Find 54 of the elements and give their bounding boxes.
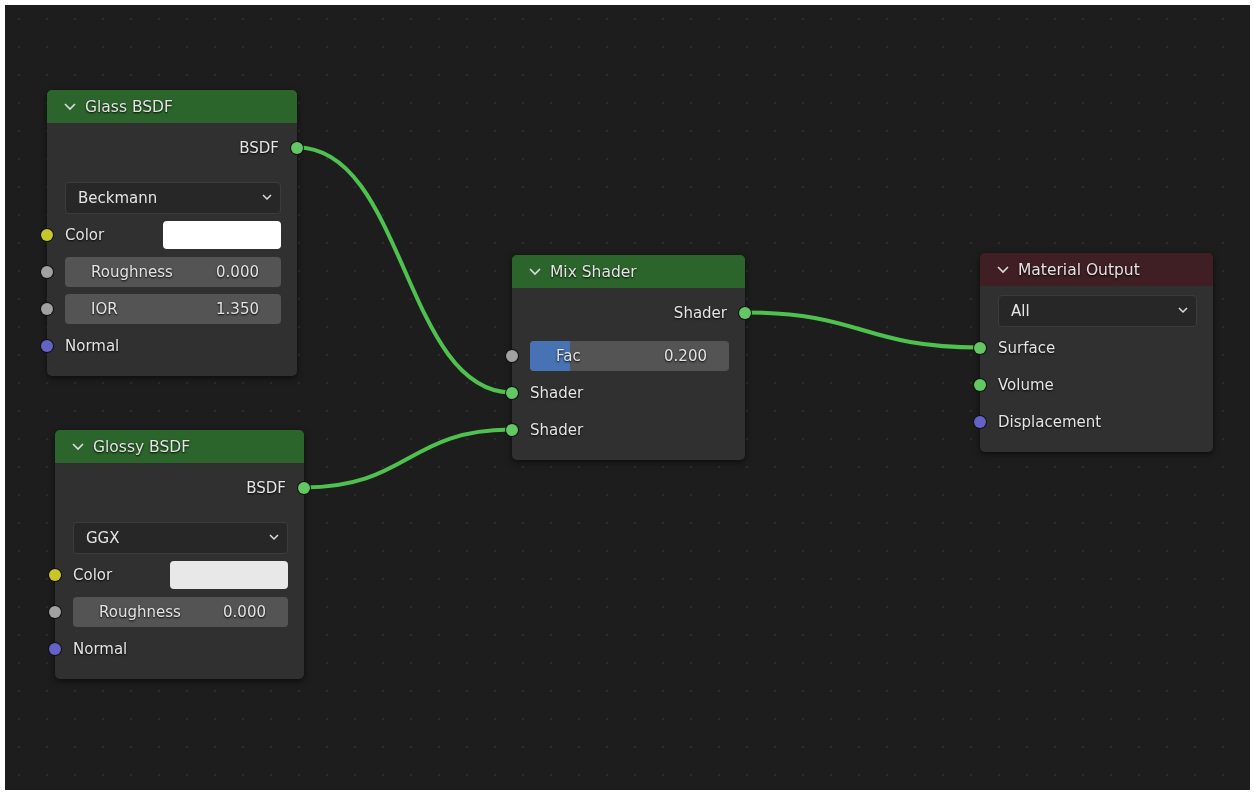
socket-dot[interactable] xyxy=(49,605,61,618)
caret-icon xyxy=(1178,307,1188,314)
chevron-icon[interactable] xyxy=(64,102,76,111)
socket-dot[interactable] xyxy=(291,141,303,154)
socket-dot[interactable] xyxy=(41,265,53,278)
number-field[interactable]: Roughness 0.000 xyxy=(65,256,281,287)
socket-dot[interactable] xyxy=(41,339,53,352)
color-swatch[interactable] xyxy=(170,560,288,589)
caret-icon xyxy=(262,194,272,201)
socket-label: Color xyxy=(73,565,113,584)
dropdown[interactable]: All xyxy=(998,294,1197,327)
socket-label: Shader xyxy=(673,303,727,322)
chevron-icon[interactable] xyxy=(997,265,1009,274)
chevron-icon[interactable] xyxy=(72,442,84,451)
number-field[interactable]: Roughness 0.000 xyxy=(73,596,288,627)
node-card[interactable]: Glossy BSDF BSDF GGX Color Roughness 0.000 Normal xyxy=(55,430,304,679)
socket-dot[interactable] xyxy=(49,568,61,581)
socket-label: Surface xyxy=(998,338,1056,357)
node-title: Mix Shader xyxy=(550,262,637,281)
number-field[interactable]: IOR 1.350 xyxy=(65,293,281,324)
node-header[interactable]: Mix Shader xyxy=(512,255,745,288)
dropdown[interactable]: Beckmann xyxy=(65,181,281,214)
socket-label: Normal xyxy=(65,336,120,355)
socket-label: Displacement xyxy=(998,412,1102,431)
node-header[interactable]: Glass BSDF xyxy=(47,90,297,123)
node-title: Glossy BSDF xyxy=(93,437,191,456)
socket-dot[interactable] xyxy=(506,349,518,362)
socket-dot[interactable] xyxy=(974,378,986,391)
caret-icon xyxy=(269,534,279,541)
socket-dot[interactable] xyxy=(739,306,751,319)
node-header[interactable]: Glossy BSDF xyxy=(55,430,304,463)
socket-label: Shader xyxy=(530,420,584,439)
socket-dot[interactable] xyxy=(41,228,53,241)
node-card[interactable]: Material Output All Surface Volume Displacement xyxy=(980,253,1213,452)
node-card[interactable]: Glass BSDF BSDF Beckmann Color Roughness 0.000 IOR 1.350 Normal xyxy=(47,90,297,376)
dropdown[interactable]: GGX xyxy=(73,521,288,554)
socket-dot[interactable] xyxy=(506,423,518,436)
socket-label: Shader xyxy=(530,383,584,402)
node-title: Material Output xyxy=(1018,260,1140,279)
node-header[interactable]: Material Output xyxy=(980,253,1213,286)
node-title: Glass BSDF xyxy=(85,97,173,116)
socket-label: BSDF xyxy=(239,138,279,157)
socket-dot[interactable] xyxy=(49,642,61,655)
color-swatch[interactable] xyxy=(163,220,281,249)
socket-label: Normal xyxy=(73,639,128,658)
socket-label: BSDF xyxy=(246,478,286,497)
socket-dot[interactable] xyxy=(974,415,986,428)
socket-label: Volume xyxy=(998,375,1054,394)
socket-dot[interactable] xyxy=(41,302,53,315)
socket-dot[interactable] xyxy=(298,481,310,494)
socket-dot[interactable] xyxy=(506,386,518,399)
chevron-icon[interactable] xyxy=(529,267,541,276)
socket-dot[interactable] xyxy=(974,341,986,354)
socket-label: Color xyxy=(65,225,105,244)
